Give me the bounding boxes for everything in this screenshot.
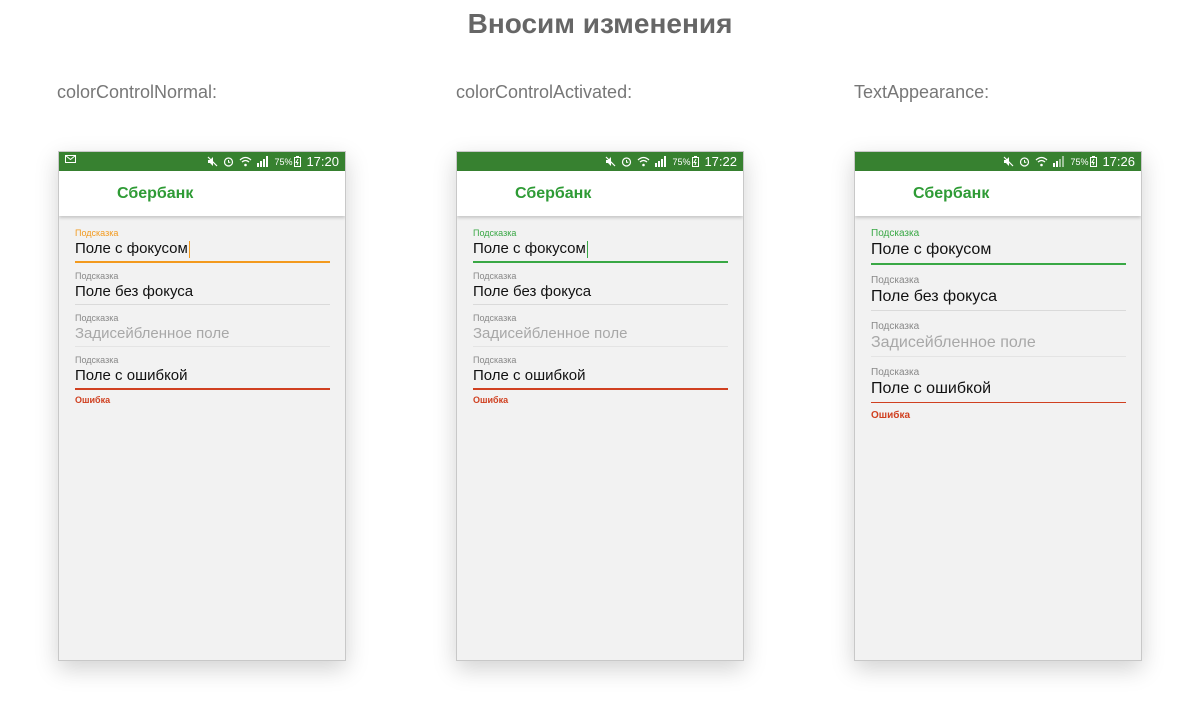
text-field-unfocused[interactable]: Подсказка Поле без фокуса bbox=[473, 271, 728, 305]
text-field-unfocused[interactable]: Подсказка Поле без фокуса bbox=[871, 275, 1126, 311]
mute-icon bbox=[1004, 156, 1014, 167]
text-field-focused[interactable]: Подсказка Поле с фокусом bbox=[75, 228, 330, 263]
field-hint: Подсказка bbox=[871, 228, 920, 239]
text-field-disabled: Подсказка Задисейбленное поле bbox=[473, 313, 728, 347]
field-hint: Подсказка bbox=[871, 275, 920, 286]
battery-percent: 75% bbox=[672, 156, 691, 167]
field-underline bbox=[473, 261, 728, 263]
column-label-control-normal: colorControlNormal: bbox=[57, 82, 218, 102]
text-field-error[interactable]: Подсказка Поле с ошибкой Ошибка bbox=[871, 367, 1126, 421]
field-value: Задисейбленное поле bbox=[473, 325, 628, 342]
field-value-wrapper: Поле с фокусом bbox=[473, 239, 728, 259]
wifi-icon bbox=[638, 156, 650, 167]
field-underline bbox=[75, 304, 330, 305]
form: Подсказка Поле с фокусом Подсказка Поле … bbox=[59, 216, 345, 405]
field-value: Поле без фокуса bbox=[871, 288, 997, 305]
field-underline bbox=[473, 388, 728, 390]
field-underline bbox=[75, 261, 330, 263]
field-hint: Подсказка bbox=[473, 228, 517, 238]
text-cursor bbox=[188, 240, 191, 258]
mute-icon bbox=[606, 156, 616, 167]
phone-screen-text-appearance: 75% 17:26 Сбербанк Подсказка Поле с фоку… bbox=[854, 151, 1142, 661]
field-value: Поле с ошибкой bbox=[473, 367, 586, 384]
field-value: Поле с фокусом bbox=[871, 241, 992, 258]
text-field-focused[interactable]: Подсказка Поле с фокусом bbox=[473, 228, 728, 263]
field-underline bbox=[75, 346, 330, 347]
text-field-error[interactable]: Подсказка Поле с ошибкой Ошибка bbox=[473, 355, 728, 405]
mail-icon bbox=[65, 155, 76, 163]
app-bar: Сбербанк bbox=[457, 171, 743, 216]
form: Подсказка Поле с фокусом Подсказка Поле … bbox=[855, 216, 1141, 421]
field-value: Поле с фокусом bbox=[75, 240, 188, 257]
field-value: Задисейбленное поле bbox=[871, 334, 1036, 351]
field-hint: Подсказка bbox=[473, 313, 517, 323]
field-underline bbox=[871, 356, 1126, 357]
field-hint: Подсказка bbox=[75, 313, 119, 323]
status-clock: 17:22 bbox=[704, 154, 737, 169]
text-cursor bbox=[586, 240, 589, 258]
field-value: Поле с ошибкой bbox=[75, 367, 188, 384]
text-field-disabled: Подсказка Задисейбленное поле bbox=[871, 321, 1126, 357]
column-label-text-appearance: TextAppearance: bbox=[854, 82, 990, 102]
field-underline bbox=[871, 402, 1126, 403]
field-value: Поле без фокуса bbox=[473, 283, 592, 300]
field-hint: Подсказка bbox=[473, 355, 517, 365]
phone-screen-control-activated: 75% 17:22 Сбербанк Подсказка Поле с фоку… bbox=[456, 151, 744, 661]
field-value-wrapper: Поле с фокусом bbox=[75, 239, 330, 259]
app-title: Сбербанк bbox=[913, 185, 990, 202]
field-value: Поле с ошибкой bbox=[871, 380, 992, 397]
field-hint: Подсказка bbox=[871, 367, 920, 378]
text-field-error[interactable]: Подсказка Поле с ошибкой Ошибка bbox=[75, 355, 330, 405]
field-hint: Подсказка bbox=[473, 271, 517, 281]
mute-icon bbox=[208, 156, 218, 167]
field-error-text: Ошибка bbox=[473, 395, 509, 405]
alarm-icon bbox=[1020, 157, 1030, 167]
field-underline bbox=[473, 304, 728, 305]
status-bar: 75% 17:20 bbox=[59, 152, 345, 171]
field-underline bbox=[75, 388, 330, 390]
form: Подсказка Поле с фокусом Подсказка Поле … bbox=[457, 216, 743, 405]
field-underline bbox=[871, 310, 1126, 311]
field-hint: Подсказка bbox=[75, 271, 119, 281]
field-error-text: Ошибка bbox=[75, 395, 111, 405]
status-clock: 17:26 bbox=[1102, 154, 1135, 169]
status-bar: 75% 17:22 bbox=[457, 152, 743, 171]
signal-icon bbox=[655, 156, 667, 167]
app-bar: Сбербанк bbox=[59, 171, 345, 216]
field-underline bbox=[871, 263, 1126, 265]
page-title: Вносим изменения bbox=[467, 8, 733, 39]
battery-icon bbox=[294, 156, 302, 167]
app-bar: Сбербанк bbox=[855, 171, 1141, 216]
text-field-unfocused[interactable]: Подсказка Поле без фокуса bbox=[75, 271, 330, 305]
wifi-icon bbox=[1036, 156, 1048, 167]
battery-icon bbox=[692, 156, 700, 167]
column-label-control-activated: colorControlActivated: bbox=[456, 82, 633, 102]
field-hint: Подсказка bbox=[75, 355, 119, 365]
status-bar: 75% 17:26 bbox=[855, 152, 1141, 171]
battery-percent: 75% bbox=[274, 156, 293, 167]
text-field-focused[interactable]: Подсказка Поле с фокусом bbox=[871, 228, 1126, 265]
status-clock: 17:20 bbox=[306, 154, 339, 169]
app-title: Сбербанк bbox=[515, 185, 592, 202]
field-value: Поле без фокуса bbox=[75, 283, 194, 300]
field-value: Поле с фокусом bbox=[473, 240, 586, 257]
battery-icon bbox=[1090, 156, 1098, 167]
signal-icon bbox=[257, 156, 269, 167]
field-underline bbox=[473, 346, 728, 347]
app-title: Сбербанк bbox=[117, 185, 194, 202]
field-hint: Подсказка bbox=[871, 321, 920, 332]
phone-screen-control-normal: 75% 17:20 Сбербанк Подсказка Поле с фоку… bbox=[58, 151, 346, 661]
wifi-icon bbox=[240, 156, 252, 167]
alarm-icon bbox=[622, 157, 632, 167]
field-error-text: Ошибка bbox=[871, 410, 911, 421]
signal-icon bbox=[1053, 156, 1065, 167]
alarm-icon bbox=[224, 157, 234, 167]
text-field-disabled: Подсказка Задисейбленное поле bbox=[75, 313, 330, 347]
field-value: Задисейбленное поле bbox=[75, 325, 230, 342]
field-hint: Подсказка bbox=[75, 228, 119, 238]
battery-percent: 75% bbox=[1070, 156, 1089, 167]
